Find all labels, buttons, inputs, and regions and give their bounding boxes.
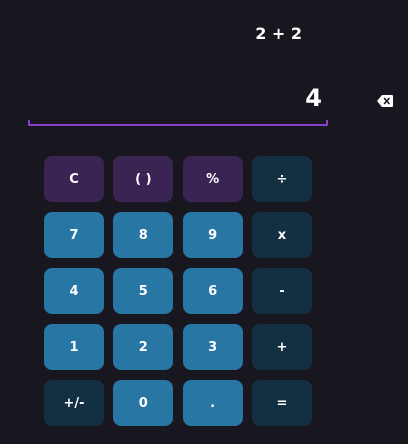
result-display: 4: [305, 84, 322, 112]
backspace-icon: [377, 95, 393, 107]
expression-display: 2 + 2: [255, 24, 302, 43]
key-divide-button[interactable]: ÷: [251, 156, 312, 202]
display-underline: [28, 120, 328, 126]
key-digit-1-button[interactable]: 1: [44, 324, 104, 370]
key-digit-2-button[interactable]: 2: [113, 324, 174, 370]
backspace-button[interactable]: [377, 95, 397, 109]
key-clear-button[interactable]: C: [44, 156, 104, 202]
key-subtract-button[interactable]: -: [251, 268, 312, 314]
key-equals-button[interactable]: =: [251, 380, 312, 426]
key-digit-6-button[interactable]: 6: [182, 268, 243, 314]
key-multiply-button[interactable]: x: [251, 212, 312, 258]
key-percent-button[interactable]: %: [182, 156, 243, 202]
key-parentheses-button[interactable]: ( ): [113, 156, 174, 202]
keypad: C( )% ÷ 7 8 9 x 4 5 6- 1 2 3 + +/- 0. =: [44, 156, 312, 426]
key-digit-5-button[interactable]: 5: [113, 268, 174, 314]
key-digit-4-button[interactable]: 4: [44, 268, 104, 314]
key-digit-0-button[interactable]: 0: [113, 380, 174, 426]
key-toggle-sign-button[interactable]: +/-: [44, 380, 104, 426]
key-decimal-button[interactable]: .: [182, 380, 243, 426]
key-digit-9-button[interactable]: 9: [182, 212, 243, 258]
key-digit-8-button[interactable]: 8: [113, 212, 174, 258]
key-add-button[interactable]: +: [251, 324, 312, 370]
key-digit-7-button[interactable]: 7: [44, 212, 104, 258]
key-digit-3-button[interactable]: 3: [182, 324, 243, 370]
